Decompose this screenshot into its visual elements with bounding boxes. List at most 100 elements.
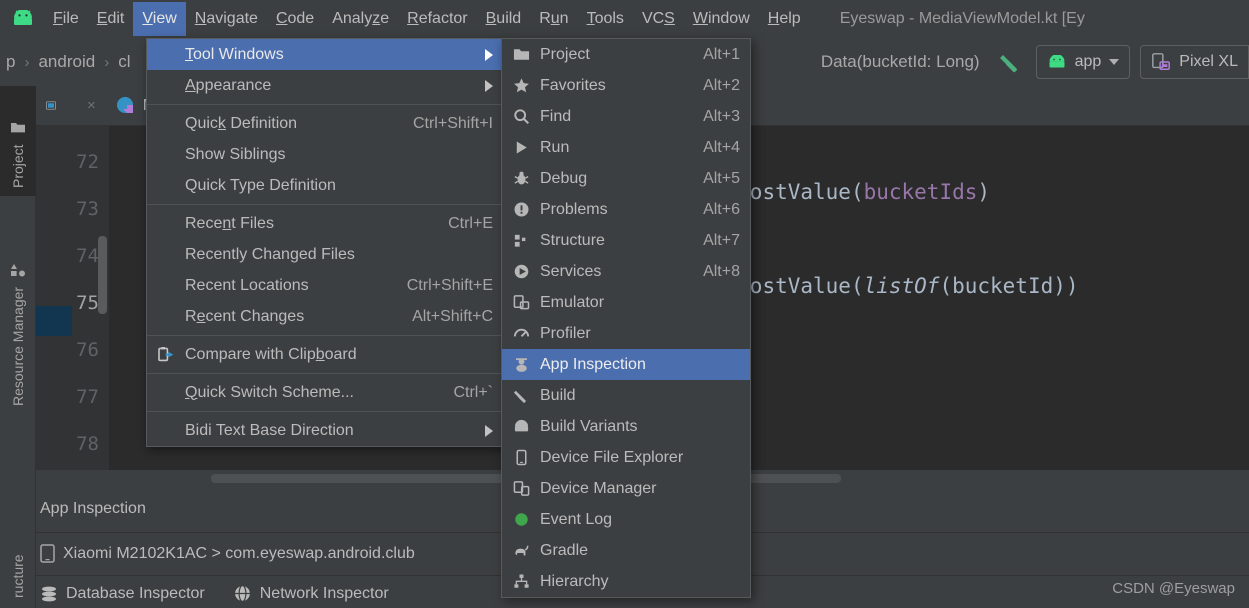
phone-icon (511, 448, 531, 468)
editor-scrollbar-thumb[interactable] (98, 236, 107, 314)
breadcrumb-separator: › (24, 54, 29, 71)
sidebar-item-project[interactable]: Project (0, 86, 36, 196)
tool-window-shortcut: Alt+3 (683, 108, 740, 126)
menu-item-label: Recent Files (185, 215, 274, 233)
tool-window-item-device-file-explorer[interactable]: Device File Explorer (502, 442, 750, 473)
tool-window-item-event-log[interactable]: Event Log (502, 504, 750, 535)
left-tool-strip-bottom: ructure (0, 504, 36, 608)
menu-navigate[interactable]: Navigate (186, 2, 267, 36)
view-menu-item-bidi-text-base-direction[interactable]: Bidi Text Base Direction (147, 415, 503, 446)
tool-window-item-build[interactable]: Build (502, 380, 750, 411)
view-menu-item-show-siblings[interactable]: Show Siblings (147, 139, 503, 170)
menu-help[interactable]: Help (759, 2, 810, 36)
sidebar-item-structure[interactable]: ructure (0, 510, 36, 606)
tool-window-item-emulator[interactable]: Emulator (502, 287, 750, 318)
view-menu-item-recent-locations[interactable]: Recent LocationsCtrl+Shift+E (147, 270, 503, 301)
tool-window-item-device-manager[interactable]: Device Manager (502, 473, 750, 504)
menu-bar: FileEditViewNavigateCodeAnalyzeRefactorB… (0, 0, 1249, 38)
tool-window-item-favorites[interactable]: FavoritesAlt+2 (502, 70, 750, 101)
editor-tab-window-icon[interactable] (36, 86, 66, 126)
green-circle-icon (511, 510, 531, 530)
view-menu-item-quick-switch-scheme[interactable]: Quick Switch Scheme...Ctrl+` (147, 377, 503, 408)
tool-window-label: App Inspection (540, 356, 646, 374)
tool-window-item-services[interactable]: ServicesAlt+8 (502, 256, 750, 287)
kotlin-class-icon (116, 96, 136, 116)
line-number: 76 (39, 339, 99, 361)
menu-edit[interactable]: Edit (88, 2, 134, 36)
code-token: ) (1066, 274, 1079, 298)
globe-icon (233, 584, 252, 603)
view-menu-item-recent-changes[interactable]: Recent ChangesAlt+Shift+C (147, 301, 503, 332)
tool-window-shortcut: Alt+2 (683, 77, 740, 95)
star-icon (511, 76, 531, 96)
breadcrumb-item-0[interactable]: p (6, 52, 15, 72)
tool-window-item-build-variants[interactable]: Build Variants (502, 411, 750, 442)
view-menu-item-quick-definition[interactable]: Quick DefinitionCtrl+Shift+I (147, 108, 503, 139)
view-menu-item-tool-windows[interactable]: Tool Windows (147, 39, 503, 70)
device-selector[interactable]: Pixel XL (1140, 45, 1249, 79)
menu-file[interactable]: File (44, 2, 88, 36)
chevron-right-icon (485, 49, 493, 61)
tool-window-item-find[interactable]: Find Alt+3 (502, 101, 750, 132)
menu-run[interactable]: Run (530, 2, 577, 36)
view-menu-item-recently-changed-files[interactable]: Recently Changed Files (147, 239, 503, 270)
menu-item-label: Quick Switch Scheme... (185, 384, 354, 402)
menu-view[interactable]: View (133, 2, 185, 36)
inspection-device-selector[interactable]: Xiaomi M2102K1AC > com.eyeswap.android.c… (40, 544, 415, 563)
menu-divider (147, 204, 503, 205)
network-inspector-label: Network Inspector (260, 585, 389, 603)
menu-analyze[interactable]: Analyze (323, 2, 398, 36)
tool-window-item-debug[interactable]: DebugAlt+5 (502, 163, 750, 194)
menu-divider (147, 373, 503, 374)
tool-window-label: Find (540, 108, 571, 126)
tool-window-item-gradle[interactable]: Gradle (502, 535, 750, 566)
structure-icon (511, 231, 531, 251)
menu-window[interactable]: Window (684, 2, 759, 36)
menu-code[interactable]: Code (267, 2, 323, 36)
view-menu-dropdown: Tool WindowsAppearance Quick DefinitionCt… (146, 38, 504, 447)
close-icon[interactable]: × (87, 97, 96, 114)
tool-window-label: Gradle (540, 542, 588, 560)
tab-network-inspector[interactable]: Network Inspector (233, 584, 389, 603)
hammer-icon[interactable] (994, 45, 1028, 79)
tool-window-label: Hierarchy (540, 573, 608, 591)
android-robot-icon (1047, 55, 1067, 70)
tool-window-label: Emulator (540, 294, 604, 312)
menu-tools[interactable]: Tools (578, 2, 633, 36)
menu-vcs[interactable]: VCS (633, 2, 684, 36)
run-configuration-selector[interactable]: app (1036, 45, 1131, 79)
tool-window-item-structure[interactable]: StructureAlt+7 (502, 225, 750, 256)
menu-item-label: Bidi Text Base Direction (185, 422, 354, 440)
compare-clipboard-icon (155, 344, 177, 366)
breadcrumb-item-1[interactable]: android (38, 52, 95, 72)
database-inspector-label: Database Inspector (66, 585, 205, 603)
view-menu-item-compare-with-clipboard[interactable]: Compare with Clipboard (147, 339, 503, 370)
tool-window-item-hierarchy[interactable]: Hierarchy (502, 566, 750, 597)
bug-icon (511, 169, 531, 189)
tool-window-item-profiler[interactable]: Profiler (502, 318, 750, 349)
breadcrumb-item-2[interactable]: cl (118, 52, 130, 72)
tool-window-label: Services (540, 263, 601, 281)
tool-window-item-project[interactable]: ProjectAlt+1 (502, 39, 750, 70)
preview-icon (46, 97, 56, 114)
tool-window-label: Run (540, 139, 569, 157)
tool-window-item-problems[interactable]: ProblemsAlt+6 (502, 194, 750, 225)
code-token-param: bucketIds (864, 180, 978, 204)
tool-window-item-run[interactable]: RunAlt+4 (502, 132, 750, 163)
breadcrumb[interactable]: p › android › cl (6, 52, 130, 72)
tool-window-item-app-inspection[interactable]: App Inspection (502, 349, 750, 380)
view-menu-item-quick-type-definition[interactable]: Quick Type Definition (147, 170, 503, 201)
folder-icon (10, 120, 26, 137)
menu-item-shortcut: Alt+Shift+C (390, 308, 493, 326)
tab-database-inspector[interactable]: Database Inspector (40, 585, 205, 603)
editor-tab-unnamed-0[interactable]: × (66, 86, 106, 126)
menu-refactor[interactable]: Refactor (398, 2, 476, 36)
menu-divider (147, 104, 503, 105)
view-menu-item-recent-files[interactable]: Recent FilesCtrl+E (147, 208, 503, 239)
menu-build[interactable]: Build (477, 2, 531, 36)
tool-window-shortcut: Alt+1 (683, 46, 740, 64)
view-menu-item-appearance[interactable]: Appearance (147, 70, 503, 101)
line-number: 74 (39, 245, 99, 267)
csdn-watermark: CSDN @Eyeswap (1112, 580, 1235, 597)
sidebar-item-resource-manager[interactable]: Resource Manager (0, 214, 36, 414)
